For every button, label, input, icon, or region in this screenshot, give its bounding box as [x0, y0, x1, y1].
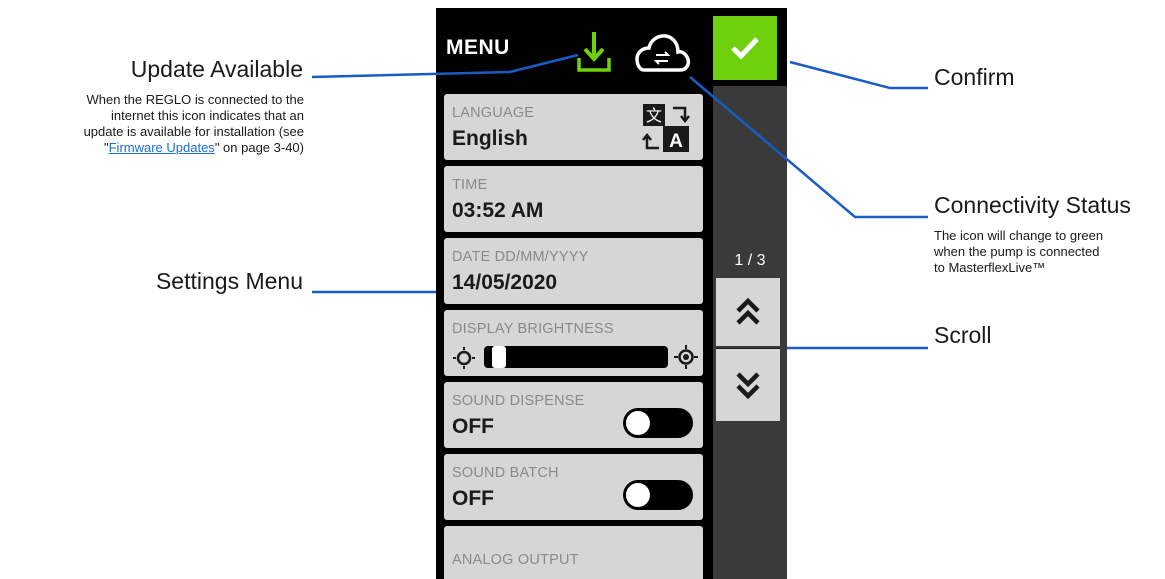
callout-confirm — [789, 60, 928, 90]
display-brightness-card: DISPLAY BRIGHTNESS — [444, 310, 703, 376]
sun-high-icon — [674, 345, 698, 369]
sun-low-icon — [453, 347, 475, 369]
sound-dispense-toggle[interactable] — [623, 408, 693, 438]
update-desc-line: "Firmware Updates" on page 3-40) — [4, 140, 304, 156]
connectivity-desc-line: when the pump is connected — [934, 244, 1100, 259]
settings-list[interactable]: LANGUAGE English 文 A TIME 03:52 AM DATE … — [436, 86, 713, 579]
sound-batch-toggle[interactable] — [623, 480, 693, 510]
update-desc-line: internet this icon indicates that an — [111, 108, 304, 123]
analog-output-card[interactable]: ANALOG OUTPUT — [444, 526, 703, 579]
svg-text:文: 文 — [646, 106, 662, 125]
sound-dispense-card[interactable]: SOUND DISPENSE OFF — [444, 382, 703, 448]
toggle-knob — [626, 483, 650, 507]
connectivity-status-title: Connectivity Status — [934, 192, 1131, 218]
sound-batch-label: SOUND BATCH — [452, 465, 559, 481]
language-card[interactable]: LANGUAGE English 文 A — [444, 94, 703, 160]
brightness-label: DISPLAY BRIGHTNESS — [452, 321, 614, 337]
page-indicator: 1 / 3 — [734, 252, 766, 269]
language-label: LANGUAGE — [452, 105, 535, 121]
svg-text:A: A — [669, 131, 683, 152]
download-arrow-icon[interactable] — [576, 28, 612, 74]
brightness-slider-row — [450, 344, 700, 370]
confirm-button[interactable] — [713, 16, 777, 80]
connectivity-status-description: The icon will change to green when the p… — [934, 228, 1164, 276]
brightness-slider-thumb[interactable] — [491, 346, 506, 368]
date-label: DATE DD/MM/YYYY — [452, 249, 589, 265]
confirm-title: Confirm — [934, 64, 1015, 90]
checkmark-icon — [731, 37, 759, 60]
update-desc-page-ref: " on page 3-40) — [214, 140, 304, 155]
date-value: 14/05/2020 — [452, 271, 558, 294]
settings-menu-title: Settings Menu — [155, 268, 303, 294]
translate-icon: 文 A — [642, 104, 690, 152]
connectivity-desc-line: The icon will change to green — [934, 228, 1104, 243]
firmware-updates-link[interactable]: Firmware Updates — [109, 140, 215, 155]
update-available-title: Update Available — [130, 56, 303, 82]
sound-dispense-value: OFF — [452, 415, 494, 438]
time-label: TIME — [452, 177, 488, 193]
screen-header: MENU — [436, 8, 787, 86]
connectivity-desc-line: to MasterflexLive™ — [934, 260, 1046, 275]
analog-output-label: ANALOG OUTPUT — [452, 552, 579, 568]
language-value: English — [452, 127, 528, 150]
double-chevron-down-icon — [736, 372, 760, 399]
date-card[interactable]: DATE DD/MM/YYYY 14/05/2020 — [444, 238, 703, 304]
update-available-description: When the REGLO is connected to the inter… — [4, 92, 304, 156]
toggle-knob — [626, 411, 650, 435]
sound-batch-value: OFF — [452, 487, 494, 510]
cloud-sync-icon — [635, 34, 691, 72]
device-screen: MENU LANGUAGE English 文 A TIME 03:52 AM … — [436, 8, 787, 579]
time-card[interactable]: TIME 03:52 AM — [444, 166, 703, 232]
brightness-slider-track[interactable] — [484, 346, 668, 368]
menu-title: MENU — [446, 36, 510, 59]
scroll-down-button[interactable] — [716, 348, 780, 421]
time-value: 03:52 AM — [452, 199, 544, 222]
scroll-up-button[interactable] — [716, 278, 780, 346]
sound-batch-card[interactable]: SOUND BATCH OFF — [444, 454, 703, 520]
scroll-divider — [709, 86, 713, 579]
update-desc-line: update is available for installation (se… — [83, 124, 304, 139]
update-desc-line: When the REGLO is connected to the — [86, 92, 304, 107]
double-chevron-up-icon — [736, 298, 760, 325]
scroll-title: Scroll — [934, 322, 992, 348]
sound-dispense-label: SOUND DISPENSE — [452, 393, 585, 409]
